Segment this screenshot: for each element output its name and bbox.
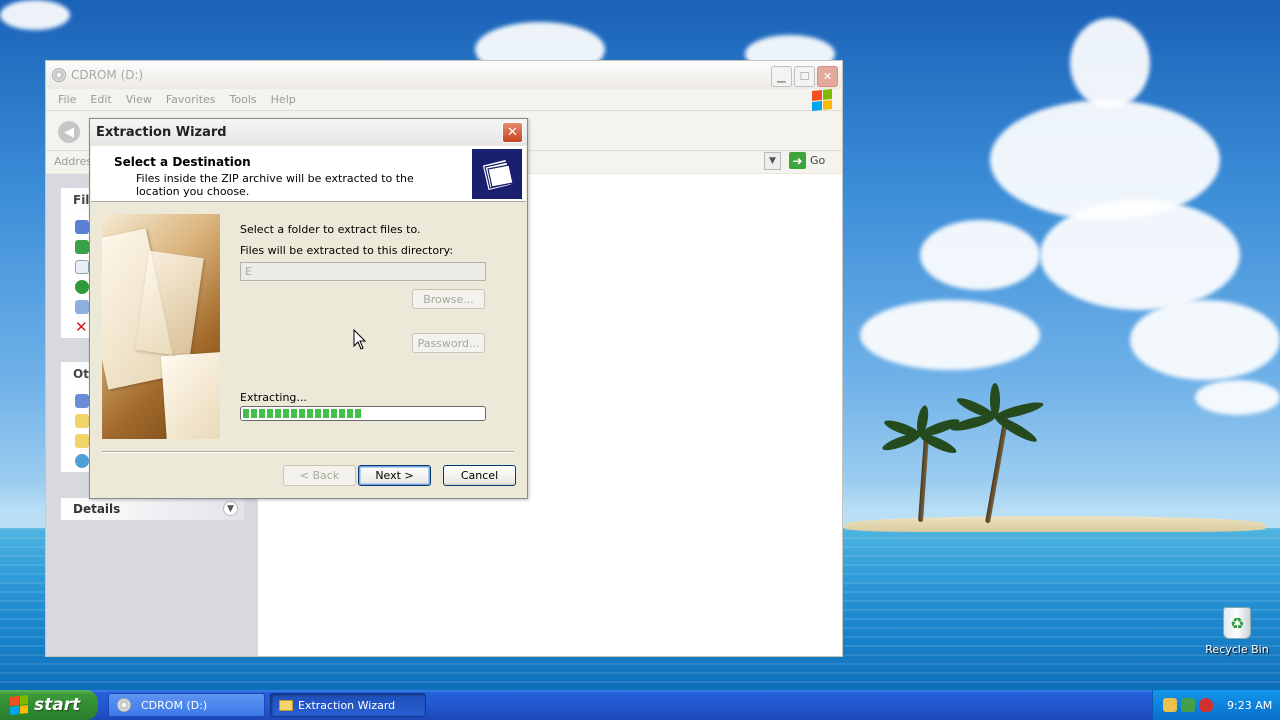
cloud [990,100,1220,220]
go-button[interactable]: ➜ Go [789,152,825,169]
minimize-button[interactable]: ▁ [771,66,792,87]
explorer-window-controls: ▁ ☐ ✕ [771,66,838,87]
cloud [1040,200,1240,310]
wizard-header: Select a Destination Files inside the ZI… [91,146,526,202]
taskbar-item-cdrom[interactable]: CDROM (D:) [108,693,265,717]
back-arrow-icon[interactable]: ◀ [58,121,80,143]
directory-label: Files will be extracted to this director… [240,244,454,257]
menu-tools[interactable]: Tools [224,93,265,106]
taskbar: start CDROM (D:) Extraction Wizard 9:23 … [0,690,1280,720]
island-sand [845,516,1265,532]
place-icon[interactable] [75,394,89,408]
extracting-label: Extracting... [240,391,307,404]
go-label: Go [810,154,826,167]
system-tray: 9:23 AM [1152,690,1280,720]
task-icon[interactable] [75,220,89,234]
cd-drive-icon [52,68,66,82]
start-button[interactable]: start [0,690,98,720]
task-icon[interactable] [75,260,89,274]
mouse-cursor-icon [353,329,367,350]
close-icon[interactable]: ✕ [502,122,523,143]
wizard-separator [102,451,514,453]
explorer-close-button[interactable]: ✕ [817,66,838,87]
menu-bar: File Edit View Favorites Tools Help [46,89,842,111]
menu-edit[interactable]: Edit [84,93,119,106]
wizard-titlebar[interactable]: Extraction Wizard ✕ [90,119,527,145]
next-button[interactable]: Next > [358,465,431,486]
palm-trunk [985,416,1009,524]
cloud [1130,300,1280,380]
explorer-title: CDROM (D:) [71,68,144,82]
wizard-step-subtitle: Files inside the ZIP archive will be ext… [136,172,414,198]
wizard-side-image [102,214,220,439]
menu-help[interactable]: Help [265,93,304,106]
folder-icon[interactable] [75,414,89,428]
network-icon[interactable] [75,454,89,468]
chevron-down-icon[interactable]: ▼ [223,501,238,516]
browse-button[interactable]: Browse... [412,289,485,309]
folder-icon [279,699,293,711]
task-icon[interactable] [75,240,89,254]
tray-icon[interactable] [1181,698,1195,712]
recycle-bin-label: Recycle Bin [1205,643,1269,656]
cd-drive-icon [117,698,131,712]
go-arrow-icon: ➜ [789,152,806,169]
folder-files-icon [472,149,522,199]
extraction-wizard-dialog: Extraction Wizard ✕ Select a Destination… [89,118,528,499]
task-icon[interactable] [75,300,89,314]
cloud [920,220,1040,290]
wizard-step-title: Select a Destination [114,155,251,169]
cancel-button[interactable]: Cancel [443,465,516,486]
taskbar-item-extraction-wizard[interactable]: Extraction Wizard [270,693,426,717]
address-dropdown-button[interactable]: ▼ [764,152,781,170]
start-label: start [34,695,81,715]
explorer-titlebar[interactable]: CDROM (D:) [46,61,842,89]
cloud [860,300,1040,370]
directory-input[interactable]: E [240,262,486,281]
select-folder-label: Select a folder to extract files to. [240,223,421,236]
menu-favorites[interactable]: Favorites [160,93,224,106]
menu-view[interactable]: View [120,93,160,106]
recycle-bin-icon [1223,607,1251,639]
taskbar-item-label: CDROM (D:) [141,698,208,712]
wizard-title: Extraction Wizard [96,125,227,140]
delete-icon[interactable]: ✕ [75,320,89,335]
security-shield-icon[interactable] [1199,698,1213,712]
password-button[interactable]: Password... [412,333,485,353]
back-button[interactable]: < Back [283,465,356,486]
folder-icon[interactable] [75,434,89,448]
taskbar-item-label: Extraction Wizard [298,698,396,712]
cloud [1070,18,1150,108]
menu-file[interactable]: File [52,93,84,106]
details-title: Details [73,502,121,516]
details-header[interactable]: Details ▼ [61,498,244,520]
recycle-bin[interactable]: Recycle Bin [1203,607,1271,656]
tray-icon[interactable] [1163,698,1177,712]
maximize-button[interactable]: ☐ [794,66,815,87]
windows-flag-icon [812,88,832,112]
task-icon[interactable] [75,280,89,294]
clock[interactable]: 9:23 AM [1227,699,1272,712]
progress-fill [243,409,363,418]
cloud [1195,380,1280,415]
extraction-progress-bar [240,406,486,421]
windows-flag-icon [10,695,28,715]
cloud [0,0,70,30]
